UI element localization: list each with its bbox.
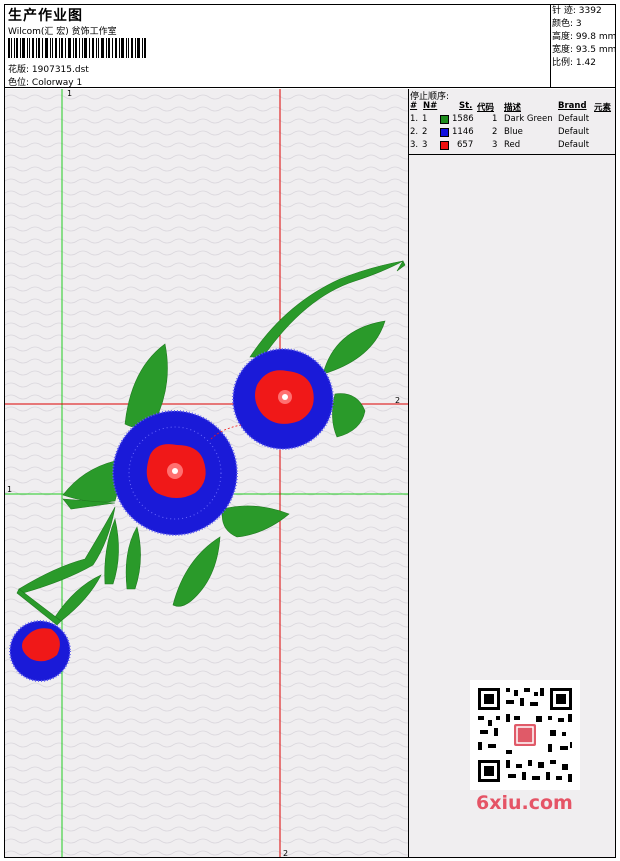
qr-code-icon [470,680,580,790]
table-header-row: # N# St. 代码 描述 Brand 元素 [409,100,615,113]
guide-label-green-horizontal: 1 [7,485,12,494]
design-label: 花版: [8,65,30,75]
col-code: 代码 [477,103,495,113]
watermark-text: 6xiu.com [476,792,573,814]
stat-width: 宽度: 93.5 mm [552,45,617,55]
studio-name: Wilcom(汇 宏) 贫饰工作室 [8,27,117,37]
page-title: 生产作业图 [8,8,83,24]
guide-label-green-vertical: 1 [67,89,72,98]
guide-label-red-horizontal: 2 [395,396,400,405]
col-brand: Brand [558,101,587,111]
col-index: # [410,101,418,111]
header-divider [550,4,551,88]
col-description: 描述 [504,103,522,113]
color-swatch-red [440,141,449,150]
stop-sequence-table: # N# St. 代码 描述 Brand 元素 1. 1 1586 1 Dark… [409,100,615,152]
col-element: 元素 [594,103,612,113]
design-preview-svg: 1 1 2 2 [5,89,408,857]
stat-ratio: 比例: 1.42 [552,58,596,68]
guide-label-red-vertical: 2 [283,849,288,857]
colorway-name: Colorway 1 [31,78,83,88]
color-swatch-green [440,115,449,124]
stat-colors: 颜色: 3 [552,19,582,29]
design-stats: 针 迹: 3392 颜色: 3 高度: 99.8 mm 宽度: 93.5 mm … [552,5,616,70]
table-row[interactable]: 3. 3 657 3 Red Default [409,139,615,152]
colorway-line: 色位: Colorway 1 [8,75,82,88]
design-file-name: 1907315.dst [31,65,89,75]
header: 生产作业图 Wilcom(汇 宏) 贫饰工作室 花版: 1907315.dst … [4,4,616,88]
embroidery-large-flower [112,410,238,536]
table-row[interactable]: 2. 2 1146 2 Blue Default [409,126,615,139]
table-row[interactable]: 1. 1 1586 1 Dark Green Default [409,113,615,126]
embroidery-upper-flower [232,348,334,450]
colorway-label: 色位: [8,78,30,88]
design-preview-canvas[interactable]: 1 1 2 2 [5,89,408,857]
col-stitches: St. [459,101,473,111]
embroidery-bud [9,620,71,682]
design-file-line: 花版: 1907315.dst [8,62,89,75]
stat-stitches: 针 迹: 3392 [552,6,602,16]
barcode [8,38,146,58]
panel-separator [409,154,615,155]
col-number: N# [423,101,438,111]
color-swatch-blue [440,128,449,137]
stat-height: 高度: 99.8 mm [552,32,617,42]
